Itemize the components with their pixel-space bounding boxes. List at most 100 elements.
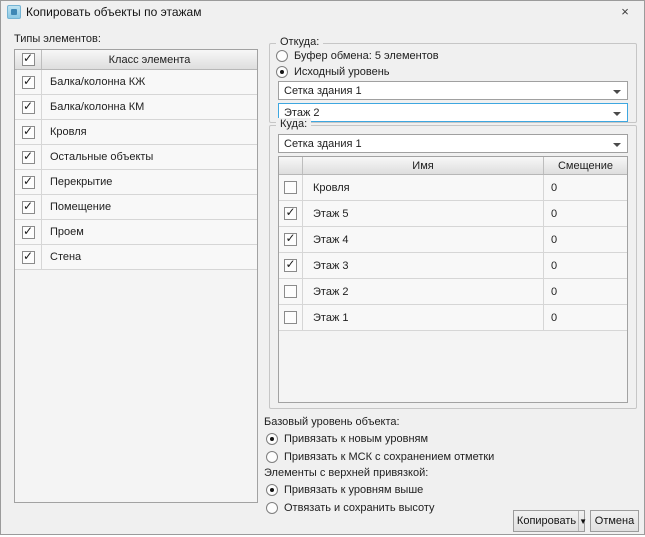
radio-label: Привязать к уровням выше	[284, 484, 423, 496]
chevron-down-icon[interactable]	[613, 112, 621, 116]
row-checkbox[interactable]	[284, 311, 297, 324]
from-building-grid-combo[interactable]: Сетка здания 1	[278, 81, 628, 100]
to-header-checkbox-cell	[279, 157, 303, 174]
from-group: Откуда: Буфер обмена: 5 элементов Исходн…	[269, 43, 637, 123]
row-checkbox[interactable]	[284, 233, 297, 246]
element-type-row[interactable]: Перекрытие	[15, 170, 257, 195]
base-level-radio-option[interactable]: Привязать к новым уровням	[266, 431, 636, 447]
from-building-grid-value: Сетка здания 1	[284, 85, 362, 97]
element-type-row[interactable]: Кровля	[15, 120, 257, 145]
row-checkbox[interactable]	[22, 101, 35, 114]
element-types-header-row: Класс элемента	[15, 50, 257, 70]
copy-button[interactable]: Копировать ▼	[513, 510, 585, 532]
from-radio-option[interactable]: Буфер обмена: 5 элементов	[276, 49, 628, 63]
copy-dropdown-arrow-icon[interactable]: ▼	[578, 511, 587, 531]
level-name: Этаж 5	[303, 201, 544, 226]
element-type-label: Остальные объекты	[42, 145, 257, 169]
element-type-row[interactable]: Стена	[15, 245, 257, 270]
to-building-grid-value: Сетка здания 1	[284, 138, 362, 150]
row-checkbox[interactable]	[22, 176, 35, 189]
level-offset[interactable]: 0	[544, 227, 627, 252]
element-type-label: Балка/колонна КМ	[42, 95, 257, 119]
row-checkbox[interactable]	[22, 201, 35, 214]
level-name: Этаж 3	[303, 253, 544, 278]
from-level-value: Этаж 2	[284, 107, 319, 119]
to-level-row[interactable]: Этаж 1 0	[279, 305, 627, 331]
radio-label: Отвязать и сохранить высоту	[284, 502, 435, 514]
element-type-row[interactable]: Помещение	[15, 195, 257, 220]
row-checkbox[interactable]	[284, 207, 297, 220]
select-all-checkbox[interactable]	[22, 53, 35, 66]
element-type-label: Помещение	[42, 195, 257, 219]
to-group-title: Куда:	[276, 118, 311, 130]
element-type-label: Проем	[42, 220, 257, 244]
bottom-options: Базовый уровень объекта: Привязать к нов…	[264, 414, 636, 518]
from-radio-option[interactable]: Исходный уровень	[276, 65, 628, 79]
element-type-label: Кровля	[42, 120, 257, 144]
element-types-rows: Балка/колонна КЖ Балка/колонна КМ Кровля	[15, 70, 257, 270]
to-table-rows: Кровля 0 Этаж 5 0	[279, 175, 627, 331]
close-icon[interactable]: ×	[610, 2, 640, 22]
from-level-combo[interactable]: Этаж 2	[278, 103, 628, 122]
level-name: Этаж 4	[303, 227, 544, 252]
radio-icon[interactable]	[266, 433, 278, 445]
row-checkbox[interactable]	[284, 181, 297, 194]
level-name: Этаж 1	[303, 305, 544, 330]
to-levels-table: Имя Смещение Кровля 0	[278, 156, 628, 403]
element-type-row[interactable]: Остальные объекты	[15, 145, 257, 170]
element-types-table-empty-area	[15, 270, 257, 502]
column-header-offset: Смещение	[544, 157, 627, 174]
element-type-label: Перекрытие	[42, 170, 257, 194]
level-offset[interactable]: 0	[544, 253, 627, 278]
to-table-header-row: Имя Смещение	[279, 157, 627, 175]
from-options: Буфер обмена: 5 элементов Исходный урове…	[276, 49, 628, 79]
top-binding-radio-option[interactable]: Привязать к уровням выше	[266, 482, 636, 498]
select-all-cell	[15, 50, 42, 69]
radio-icon[interactable]	[266, 484, 278, 496]
element-types-table: Класс элемента Балка/колонна КЖ Балка/ко…	[14, 49, 258, 503]
column-header-name: Имя	[303, 157, 544, 174]
element-type-label: Балка/колонна КЖ	[42, 70, 257, 94]
base-level-options: Привязать к новым уровням Привязать к МС…	[264, 431, 636, 465]
radio-icon[interactable]	[266, 502, 278, 514]
row-checkbox[interactable]	[22, 76, 35, 89]
element-type-row[interactable]: Балка/колонна КЖ	[15, 70, 257, 95]
row-checkbox[interactable]	[22, 226, 35, 239]
chevron-down-icon[interactable]	[613, 90, 621, 94]
level-offset[interactable]: 0	[544, 201, 627, 226]
radio-label: Буфер обмена: 5 элементов	[294, 50, 439, 62]
cancel-button[interactable]: Отмена	[590, 510, 639, 532]
row-checkbox[interactable]	[284, 285, 297, 298]
row-checkbox[interactable]	[22, 251, 35, 264]
to-group: Куда: Сетка здания 1 Имя Смещение Кровля	[269, 125, 637, 409]
from-group-title: Откуда:	[276, 36, 323, 48]
to-level-row[interactable]: Кровля 0	[279, 175, 627, 201]
level-offset[interactable]: 0	[544, 305, 627, 330]
level-offset[interactable]: 0	[544, 175, 627, 200]
level-offset[interactable]: 0	[544, 279, 627, 304]
column-header-class: Класс элемента	[42, 50, 257, 69]
to-level-row[interactable]: Этаж 4 0	[279, 227, 627, 253]
to-level-row[interactable]: Этаж 3 0	[279, 253, 627, 279]
window-title: Копировать объекты по этажам	[26, 5, 201, 19]
base-level-radio-option[interactable]: Привязать к МСК с сохранением отметки	[266, 449, 636, 465]
top-binding-label: Элементы с верхней привязкой:	[264, 467, 636, 479]
to-level-row[interactable]: Этаж 2 0	[279, 279, 627, 305]
chevron-down-icon[interactable]	[613, 143, 621, 147]
app-icon	[7, 5, 21, 19]
row-checkbox[interactable]	[22, 151, 35, 164]
radio-icon[interactable]	[276, 50, 288, 62]
element-type-row[interactable]: Проем	[15, 220, 257, 245]
radio-icon[interactable]	[276, 66, 288, 78]
to-building-grid-combo[interactable]: Сетка здания 1	[278, 134, 628, 153]
radio-label: Привязать к новым уровням	[284, 433, 428, 445]
base-level-label: Базовый уровень объекта:	[264, 416, 636, 428]
row-checkbox[interactable]	[22, 126, 35, 139]
radio-icon[interactable]	[266, 451, 278, 463]
element-type-row[interactable]: Балка/колонна КМ	[15, 95, 257, 120]
to-level-row[interactable]: Этаж 5 0	[279, 201, 627, 227]
copy-objects-dialog: Копировать объекты по этажам × Типы элем…	[0, 0, 645, 535]
radio-label: Привязать к МСК с сохранением отметки	[284, 451, 494, 463]
copy-button-label[interactable]: Копировать	[511, 515, 578, 527]
row-checkbox[interactable]	[284, 259, 297, 272]
